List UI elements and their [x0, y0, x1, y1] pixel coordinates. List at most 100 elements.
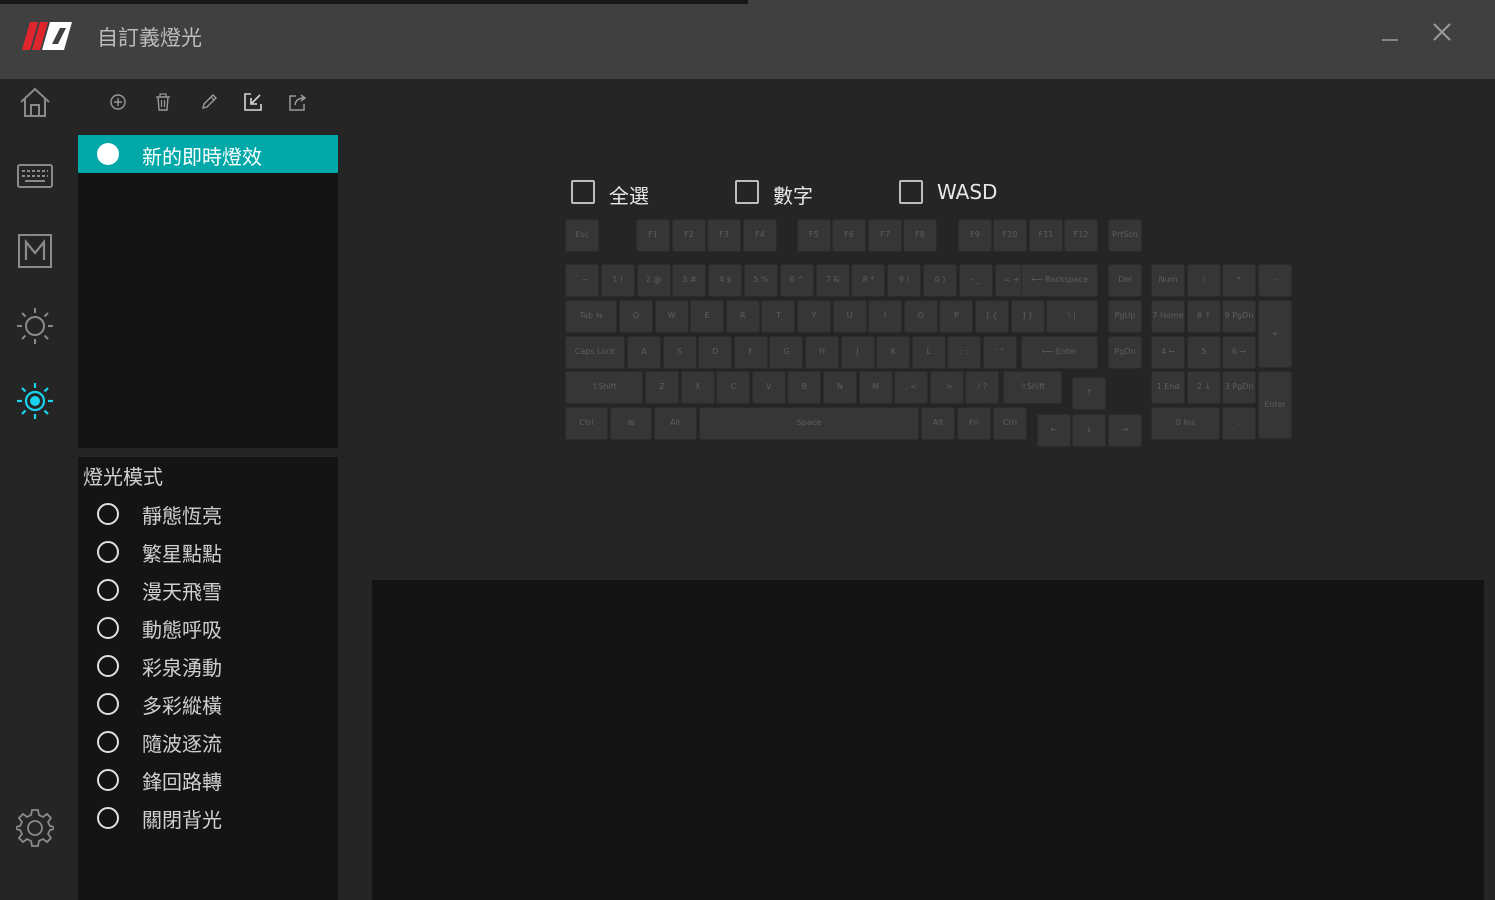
key[interactable]: 0 Ins [1151, 407, 1220, 440]
key[interactable]: 4 $ [708, 264, 743, 297]
key[interactable]: B [787, 371, 822, 404]
key[interactable]: O [903, 300, 938, 333]
key[interactable]: 2 @ [636, 264, 671, 297]
profile-item[interactable]: 新的即時燈效 [78, 135, 338, 173]
export-profile-button[interactable] [285, 89, 311, 115]
key[interactable]: - _ [958, 264, 993, 297]
key[interactable]: 8 * [851, 264, 886, 297]
key[interactable]: F6 [832, 219, 866, 252]
key[interactable]: Y [797, 300, 831, 333]
key[interactable]: F7 [868, 219, 902, 252]
mode-option-snow[interactable]: 漫天飛雪 [78, 573, 338, 607]
key[interactable]: * [1222, 264, 1256, 297]
key[interactable]: F [733, 336, 768, 369]
key[interactable]: Alt [921, 407, 955, 440]
key[interactable]: G [769, 336, 804, 369]
add-profile-button[interactable] [105, 89, 131, 115]
sidebar-item-custom-lighting[interactable] [14, 380, 56, 422]
key[interactable]: 6 ^ [779, 264, 814, 297]
key[interactable]: F12 [1064, 219, 1098, 252]
mode-option-off[interactable]: 關閉背光 [78, 801, 338, 835]
key[interactable]: N [823, 371, 857, 404]
key[interactable]: 0 ) [923, 264, 957, 297]
key[interactable]: ⟵ Enter [1021, 336, 1098, 369]
key[interactable]: Space [699, 407, 919, 440]
key[interactable]: \ | [1046, 300, 1098, 333]
key[interactable]: 5 [1187, 336, 1221, 369]
key[interactable]: 9 PgDn [1222, 300, 1256, 333]
key[interactable]: Tab ⇆ [565, 300, 617, 333]
key[interactable]: 9 ( [887, 264, 922, 297]
key[interactable]: F9 [958, 219, 992, 252]
key[interactable]: 2 ↓ [1187, 371, 1221, 404]
key[interactable]: ⊞ [610, 407, 652, 440]
sidebar-item-keyboard[interactable] [14, 155, 56, 197]
key[interactable]: ↑ [1072, 377, 1106, 410]
key[interactable]: Caps Lock [565, 336, 625, 369]
key[interactable]: , < [894, 371, 929, 404]
key[interactable]: A [627, 336, 661, 369]
key[interactable]: Q [619, 300, 653, 333]
key[interactable]: F1 [636, 219, 670, 252]
key[interactable]: ⇧Shift [1003, 371, 1062, 404]
sidebar-item-macro[interactable] [14, 230, 56, 272]
key[interactable]: 7 & [815, 264, 850, 297]
key[interactable]: 7 Home [1151, 300, 1185, 333]
key[interactable]: ← [1037, 414, 1071, 447]
mode-option-static[interactable]: 靜態恆亮 [78, 497, 338, 531]
key[interactable]: ; : [947, 336, 982, 369]
mode-option-wave[interactable]: 隨波逐流 [78, 725, 338, 759]
key[interactable]: S [662, 336, 697, 369]
mode-option-starlight[interactable]: 繁星點點 [78, 535, 338, 569]
sidebar-item-home[interactable] [14, 81, 56, 123]
sidebar-item-brightness[interactable] [14, 305, 56, 347]
key[interactable]: P [939, 300, 974, 333]
key[interactable]: M [858, 371, 893, 404]
key[interactable]: 5 % [744, 264, 778, 297]
key[interactable]: . > [929, 371, 964, 404]
key[interactable]: [ { [975, 300, 1009, 333]
key[interactable]: Esc [565, 219, 599, 252]
key[interactable]: D [698, 336, 733, 369]
key[interactable]: U [832, 300, 867, 333]
key[interactable]: 6 → [1222, 336, 1256, 369]
settings-button[interactable] [14, 807, 56, 849]
mode-option-loop[interactable]: 鋒回路轉 [78, 763, 338, 797]
minimize-button[interactable] [1372, 14, 1408, 50]
key[interactable]: I [868, 300, 903, 333]
key[interactable]: 4 ← [1151, 336, 1185, 369]
key[interactable]: Enter [1258, 371, 1292, 439]
import-profile-button[interactable] [240, 89, 266, 115]
key[interactable]: J [840, 336, 875, 369]
key[interactable]: V [751, 371, 786, 404]
key[interactable]: L [911, 336, 946, 369]
key[interactable]: K [876, 336, 911, 369]
key[interactable]: F10 [993, 219, 1027, 252]
key[interactable]: F8 [903, 219, 937, 252]
key[interactable]: 1 End [1151, 371, 1185, 404]
key[interactable]: 3 # [672, 264, 707, 297]
key[interactable]: F5 [797, 219, 831, 252]
key[interactable]: Fn [957, 407, 991, 440]
key[interactable]: Ctrl [565, 407, 608, 440]
key[interactable]: / ? [965, 371, 1000, 404]
key[interactable]: / [1187, 264, 1221, 297]
key[interactable]: ' " [983, 336, 1017, 369]
key[interactable]: F3 [707, 219, 741, 252]
key[interactable]: - [1258, 264, 1292, 297]
delete-profile-button[interactable] [150, 89, 176, 115]
edit-profile-button[interactable] [196, 89, 222, 115]
close-button[interactable] [1424, 14, 1460, 50]
key[interactable]: H [805, 336, 839, 369]
key[interactable]: X [680, 371, 715, 404]
key[interactable]: 1 ! [600, 264, 635, 297]
key[interactable]: ⇧Shift [565, 371, 643, 404]
key[interactable]: ] } [1010, 300, 1045, 333]
key[interactable]: C [716, 371, 751, 404]
key[interactable]: T [761, 300, 796, 333]
key[interactable]: PrtScn [1108, 219, 1142, 252]
key[interactable]: E [690, 300, 725, 333]
key[interactable]: ⟵ Backspace [1021, 264, 1098, 297]
mode-option-multicolor[interactable]: 多彩縱橫 [78, 687, 338, 721]
key[interactable]: 8 ↑ [1187, 300, 1221, 333]
